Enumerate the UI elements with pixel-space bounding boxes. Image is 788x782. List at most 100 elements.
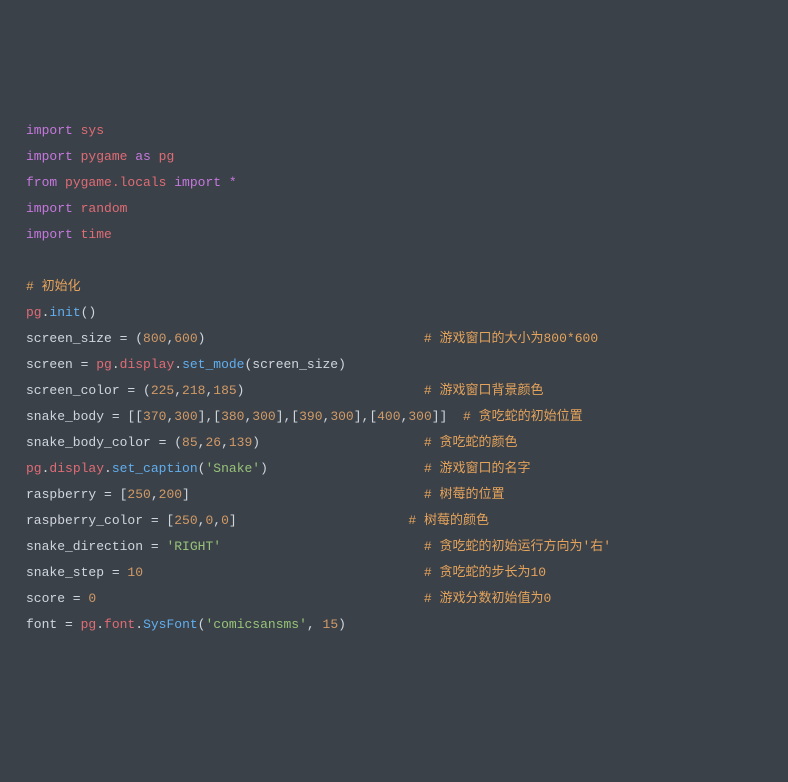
keyword-as: as — [135, 149, 151, 164]
keyword-import: import — [26, 227, 73, 242]
module-name: time — [73, 227, 112, 242]
number: 800 — [143, 331, 166, 346]
code-line-12: snake_body_color = (85,26,139) # 贪吃蛇的颜色 — [26, 430, 788, 456]
brackets: ],[ — [276, 409, 299, 424]
number: 370 — [143, 409, 166, 424]
paren-open: ( — [198, 617, 206, 632]
number: 0 — [88, 591, 96, 606]
dot: . — [112, 357, 120, 372]
module-name: pygame.locals — [57, 175, 174, 190]
number: 85 — [182, 435, 198, 450]
comma: , — [213, 513, 221, 528]
code-line-10: screen_color = (225,218,185) # 游戏窗口背景颜色 — [26, 378, 788, 404]
number: 300 — [174, 409, 197, 424]
object-display: display — [49, 461, 104, 476]
code-line-7: pg.init() — [26, 300, 788, 326]
function-set-caption: set_caption — [112, 461, 198, 476]
number: 26 — [205, 435, 221, 450]
number: 390 — [299, 409, 322, 424]
keyword-import: import — [26, 201, 73, 216]
number: 380 — [221, 409, 244, 424]
code-line-4: import random — [26, 196, 788, 222]
keyword-import: import — [26, 149, 73, 164]
comment: # 贪吃蛇的步长为10 — [424, 565, 546, 580]
number: 400 — [377, 409, 400, 424]
string: 'RIGHT' — [166, 539, 221, 554]
code-text: font = — [26, 617, 81, 632]
keyword-from: from — [26, 175, 57, 190]
comment: # 游戏窗口背景颜色 — [424, 383, 544, 398]
code-line-5: import time — [26, 222, 788, 248]
string: 'comicsansms' — [205, 617, 306, 632]
code-block: import sysimport pygame as pgfrom pygame… — [26, 118, 788, 638]
code-text: score = — [26, 591, 88, 606]
code-text: screen_color = ( — [26, 383, 151, 398]
pad — [244, 383, 423, 398]
number: 225 — [151, 383, 174, 398]
number: 139 — [229, 435, 252, 450]
keyword-import: import — [26, 123, 73, 138]
code-line-17: snake_step = 10 # 贪吃蛇的步长为10 — [26, 560, 788, 586]
number: 0 — [205, 513, 213, 528]
comma: , — [198, 513, 206, 528]
code-line-11: snake_body = [[370,300],[380,300],[390,3… — [26, 404, 788, 430]
code-line-18: score = 0 # 游戏分数初始值为0 — [26, 586, 788, 612]
wildcard-star: * — [221, 175, 237, 190]
comment: # 树莓的颜色 — [408, 513, 489, 528]
pad — [96, 591, 424, 606]
blank-line — [26, 248, 788, 274]
brackets: ],[ — [198, 409, 221, 424]
module-name: sys — [73, 123, 104, 138]
object-pg: pg — [26, 305, 42, 320]
number: 250 — [174, 513, 197, 528]
comment: # 游戏窗口的大小为800*600 — [424, 331, 598, 346]
dot: . — [135, 617, 143, 632]
dot: . — [96, 617, 104, 632]
code-text: snake_body = [[ — [26, 409, 143, 424]
number: 0 — [221, 513, 229, 528]
code-line-15: raspberry_color = [250,0,0] # 树莓的颜色 — [26, 508, 788, 534]
number: 15 — [323, 617, 339, 632]
code-line-19: font = pg.font.SysFont('comicsansms', 15… — [26, 612, 788, 638]
function-set-mode: set_mode — [182, 357, 244, 372]
string: 'Snake' — [205, 461, 260, 476]
paren-close: ) — [260, 461, 268, 476]
code-line-16: snake_direction = 'RIGHT' # 贪吃蛇的初始运行方向为'… — [26, 534, 788, 560]
code-line-8: screen_size = (800,600) # 游戏窗口的大小为800*60… — [26, 326, 788, 352]
pad — [268, 461, 424, 476]
code-text: screen_size = ( — [26, 331, 143, 346]
comma: , — [174, 383, 182, 398]
dot: . — [104, 461, 112, 476]
comment: # 贪吃蛇的初始位置 — [463, 409, 583, 424]
module-alias: pg — [151, 149, 174, 164]
code-text: screen = — [26, 357, 96, 372]
code-text: snake_direction = — [26, 539, 166, 554]
code-line-13: pg.display.set_caption('Snake') # 游戏窗口的名… — [26, 456, 788, 482]
dot: . — [174, 357, 182, 372]
code-line-9: screen = pg.display.set_mode(screen_size… — [26, 352, 788, 378]
pad — [260, 435, 424, 450]
number: 10 — [127, 565, 143, 580]
code-text: (screen_size) — [244, 357, 345, 372]
comment: # 初始化 — [26, 279, 81, 294]
keyword-import: import — [174, 175, 221, 190]
pad — [447, 409, 463, 424]
pad — [205, 331, 423, 346]
pad — [237, 513, 409, 528]
object-display: display — [120, 357, 175, 372]
code-line-6: # 初始化 — [26, 274, 788, 300]
pad — [221, 539, 424, 554]
paren-close: ) — [338, 617, 346, 632]
comment: # 游戏窗口的名字 — [424, 461, 531, 476]
module-name: pygame — [73, 149, 135, 164]
code-line-3: from pygame.locals import * — [26, 170, 788, 196]
parens: () — [81, 305, 97, 320]
number: 300 — [252, 409, 275, 424]
module-name: random — [73, 201, 128, 216]
object-pg: pg — [96, 357, 112, 372]
number: 300 — [330, 409, 353, 424]
code-line-2: import pygame as pg — [26, 144, 788, 170]
object-font: font — [104, 617, 135, 632]
comment: # 贪吃蛇的初始运行方向为'右' — [424, 539, 611, 554]
comment: # 游戏分数初始值为0 — [424, 591, 551, 606]
